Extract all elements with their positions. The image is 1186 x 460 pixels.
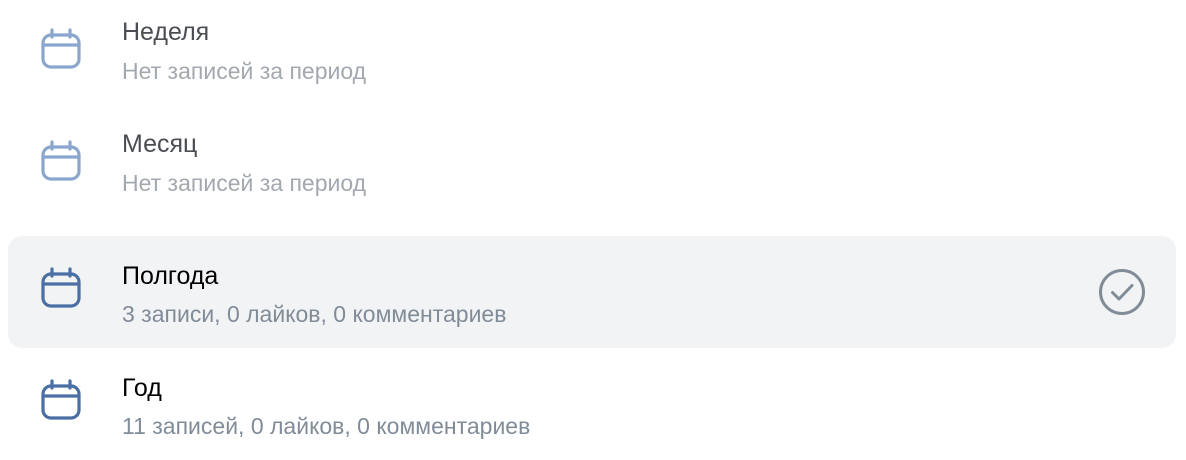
period-subtitle: Нет записей за период: [122, 58, 367, 84]
period-list: Неделя Нет записей за период Месяц Нет з…: [0, 0, 1186, 460]
period-title: Месяц: [122, 130, 198, 158]
period-title: Полгода: [122, 262, 219, 290]
period-title: Неделя: [122, 18, 210, 46]
calendar-icon: [38, 26, 84, 72]
period-subtitle: 3 записи, 0 лайков, 0 комментариев: [122, 301, 507, 327]
check-circle-icon: [1098, 268, 1146, 316]
period-item-half-year[interactable]: Полгода 3 записи, 0 лайков, 0 комментари…: [8, 236, 1176, 348]
calendar-icon: [38, 377, 84, 423]
calendar-icon: [38, 138, 84, 184]
calendar-icon: [38, 265, 84, 311]
period-item-year[interactable]: Год 11 записей, 0 лайков, 0 комментариев: [8, 348, 1176, 460]
period-item-month[interactable]: Месяц Нет записей за период: [8, 106, 1176, 218]
period-title: Год: [122, 374, 162, 402]
period-subtitle: Нет записей за период: [122, 170, 367, 196]
period-subtitle: 11 записей, 0 лайков, 0 комментариев: [122, 413, 531, 439]
period-item-week[interactable]: Неделя Нет записей за период: [8, 0, 1176, 106]
